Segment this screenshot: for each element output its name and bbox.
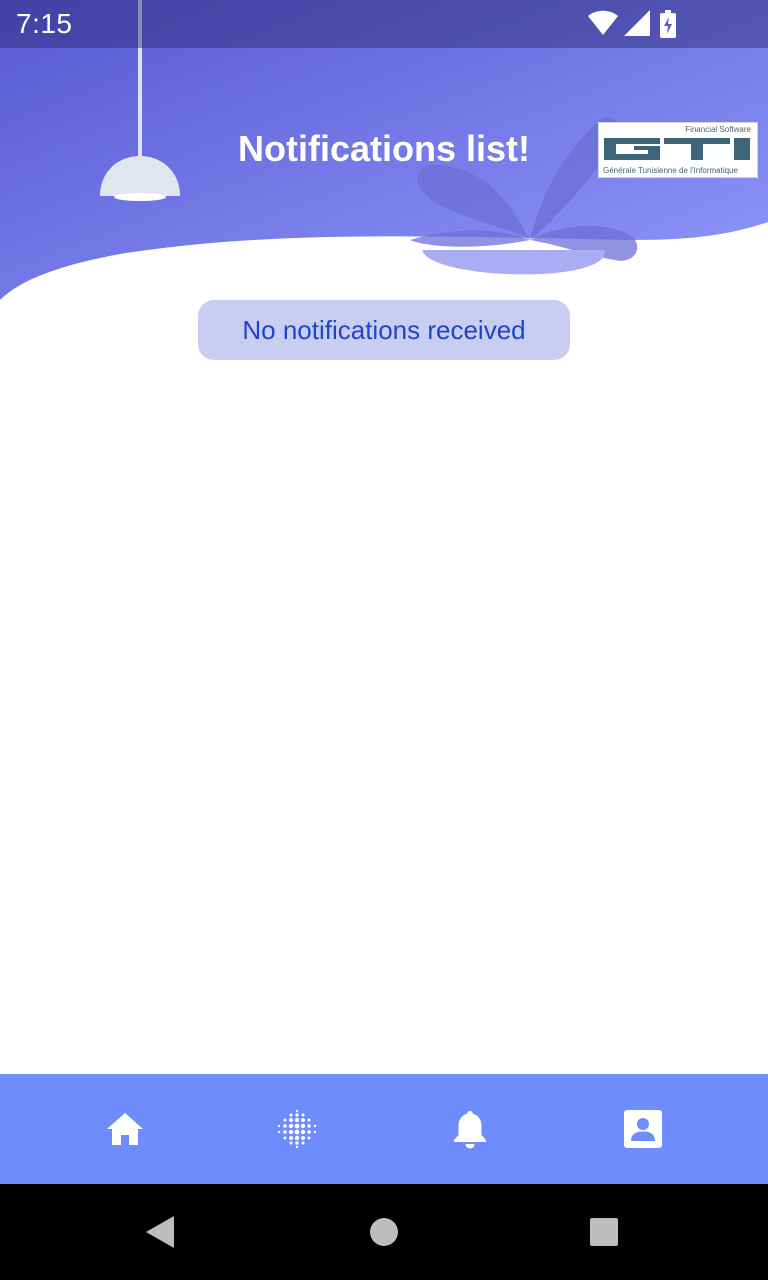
home-icon (107, 1113, 143, 1145)
bell-icon (454, 1111, 486, 1149)
wifi-icon (588, 10, 618, 35)
nav-home-button[interactable] (85, 1074, 165, 1184)
status-time: 7:15 (16, 8, 73, 39)
gti-logo-mark-icon (604, 138, 750, 160)
logo-tagline: Financial Software (685, 125, 751, 134)
recents-square-icon (590, 1218, 618, 1246)
nav-dots-button[interactable] (257, 1074, 337, 1184)
profile-icon (624, 1110, 662, 1148)
status-bar: 7:15 (0, 0, 768, 48)
cell-signal-icon (624, 10, 650, 36)
back-triangle-icon (146, 1216, 174, 1248)
battery-charging-icon (660, 10, 676, 38)
home-circle-icon (370, 1218, 398, 1246)
nav-profile-button[interactable] (603, 1074, 683, 1184)
header: Notifications list! Financial Software G… (0, 0, 768, 310)
nav-notifications-button[interactable] (430, 1074, 510, 1184)
bottom-navigation (0, 1074, 768, 1184)
empty-notifications-message: No notifications received (198, 300, 570, 360)
system-recents-button[interactable] (564, 1184, 644, 1280)
company-logo: Financial Software Générale Tunisienne d… (598, 122, 758, 178)
system-back-button[interactable] (120, 1184, 200, 1280)
system-navigation-bar (0, 1184, 768, 1280)
system-home-button[interactable] (344, 1184, 424, 1280)
logo-company-name: Générale Tunisienne de l'Informatique (603, 166, 738, 175)
dots-grid-icon (277, 1109, 317, 1149)
